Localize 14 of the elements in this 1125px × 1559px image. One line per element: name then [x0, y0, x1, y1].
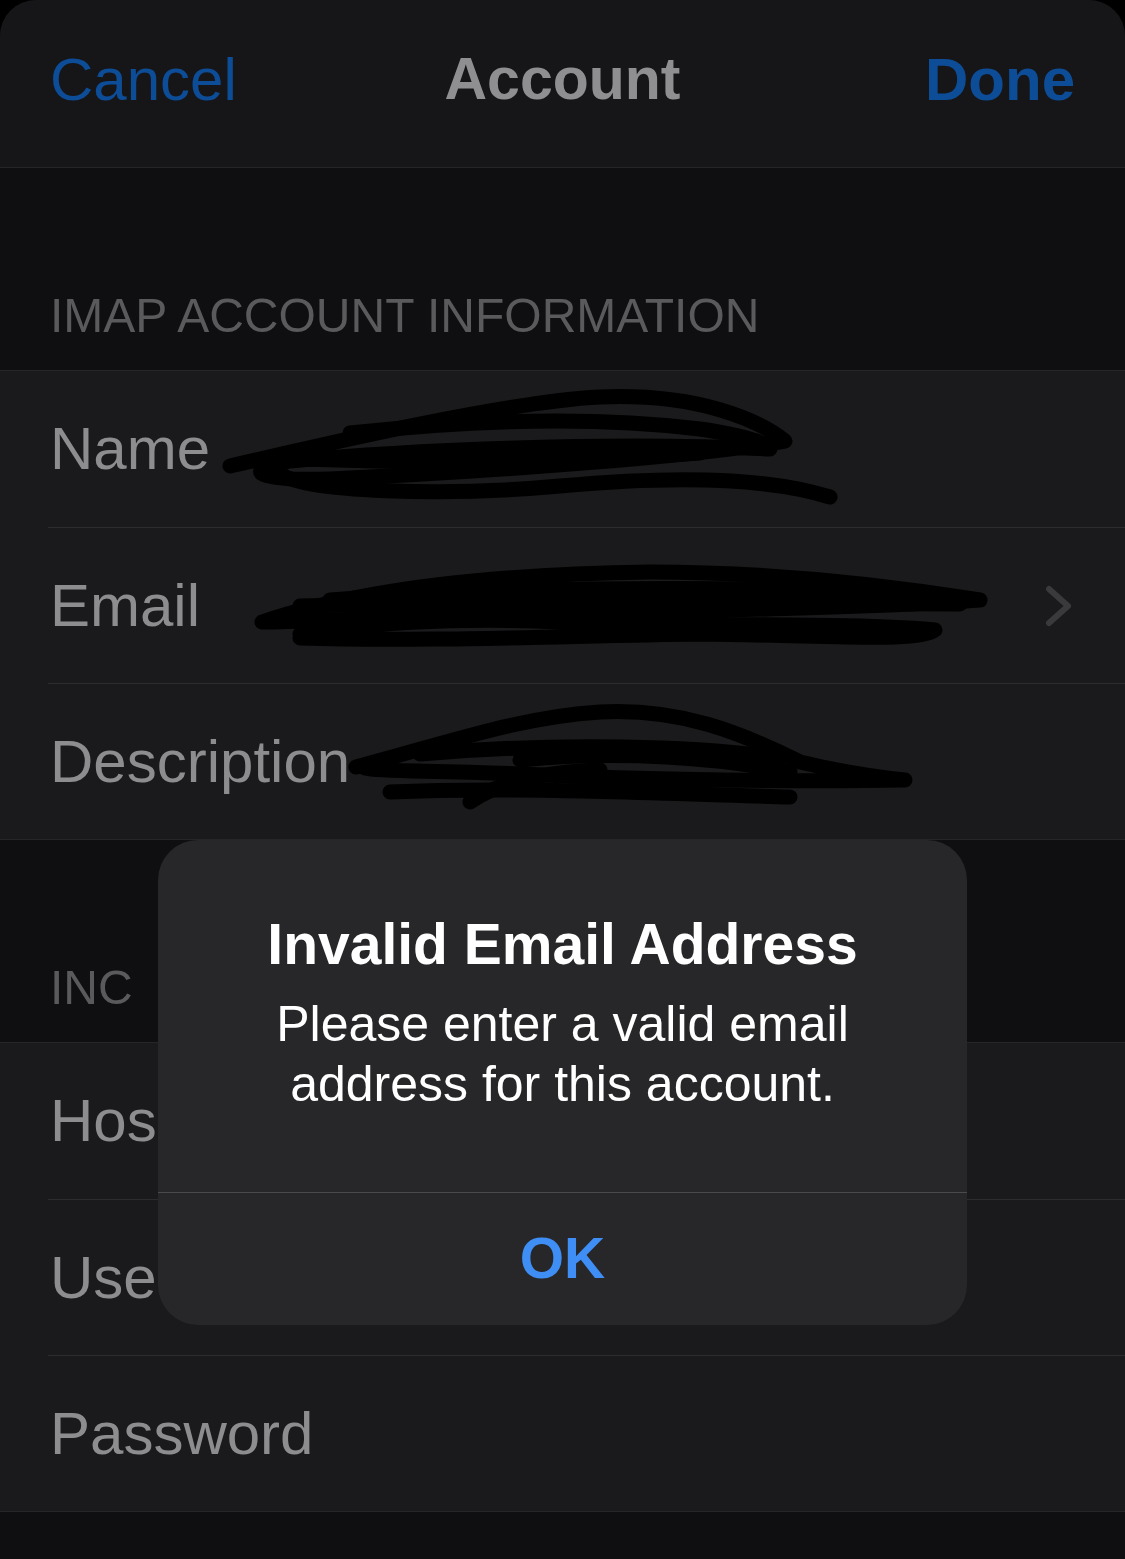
field-label: Description	[50, 728, 351, 795]
ok-button[interactable]: OK	[158, 1192, 967, 1325]
section-header: INC	[50, 960, 133, 1016]
field-label: Use	[50, 1244, 157, 1311]
alert-message: Please enter a valid email address for this account.	[275, 995, 850, 1114]
section-header: IMAP ACCOUNT INFORMATION	[50, 288, 760, 344]
field-label: Name	[50, 416, 211, 482]
cancel-button[interactable]: Cancel	[50, 46, 237, 113]
alert-title: Invalid Email Address	[266, 911, 859, 978]
field-label: Password	[50, 1400, 314, 1467]
field-label: Hos	[50, 1088, 157, 1154]
done-button[interactable]: Done	[925, 46, 1075, 113]
screen-title: Account	[444, 47, 681, 112]
field-label: Email	[50, 572, 201, 639]
